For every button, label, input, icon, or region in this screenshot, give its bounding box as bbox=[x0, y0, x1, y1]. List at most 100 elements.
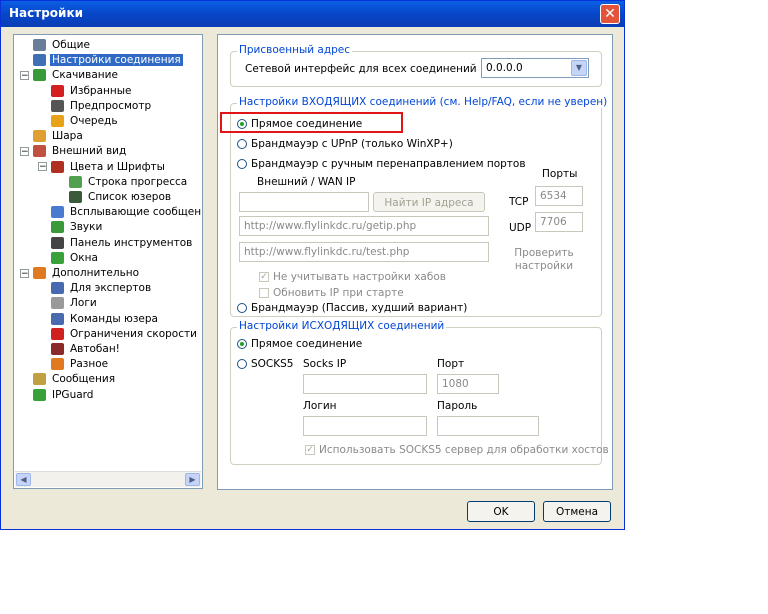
tree-item[interactable]: IPGuard bbox=[20, 388, 95, 402]
tree-item[interactable]: Общие bbox=[20, 38, 92, 52]
advanced-icon bbox=[33, 267, 46, 279]
tree-item[interactable]: Сообщения bbox=[20, 372, 117, 386]
tree-item[interactable]: Разное bbox=[38, 357, 110, 371]
tree-item-label: IPGuard bbox=[52, 388, 94, 401]
tree-item[interactable]: Список юзеров bbox=[56, 190, 173, 204]
windows-icon bbox=[51, 251, 64, 264]
tree-horizontal-scrollbar[interactable]: ◀ ▶ bbox=[15, 471, 201, 487]
tree-expander-icon[interactable]: − bbox=[20, 146, 29, 156]
tree-item-label: Ограничения скорости bbox=[70, 327, 197, 340]
chevron-down-icon[interactable]: ▼ bbox=[571, 60, 587, 76]
upnp-option[interactable]: Брандмауэр с UPnP (только WinXP+) bbox=[237, 138, 453, 150]
login-label: Логин bbox=[303, 400, 337, 412]
password-input[interactable] bbox=[437, 416, 539, 436]
tree-item-label: Предпросмотр bbox=[70, 99, 152, 112]
tree-item[interactable]: Для экспертов bbox=[38, 281, 153, 295]
tree-item[interactable]: − Скачивание bbox=[20, 68, 120, 82]
use-socks-label: Использовать SOCKS5 сервер для обработки… bbox=[319, 444, 609, 456]
tree-item-label: Панель инструментов bbox=[70, 236, 193, 249]
title-bar[interactable]: Настройки ✕ bbox=[1, 1, 624, 27]
tree-item-label: Внешний вид bbox=[52, 145, 127, 158]
tree-item[interactable]: Шара bbox=[20, 129, 85, 143]
tree-expander-icon[interactable]: − bbox=[38, 162, 47, 172]
update-ip-option[interactable]: Обновить IP при старте bbox=[259, 287, 404, 299]
socks5-label: SOCKS5 bbox=[251, 358, 294, 370]
tree-item[interactable]: Панель инструментов bbox=[38, 236, 194, 250]
tree-item[interactable]: Логи bbox=[38, 296, 99, 310]
settings-dialog: Настройки ✕ IPGuard Сообщения Разное Автоба… bbox=[0, 0, 625, 530]
connection-settings-panel: Присвоенный адрес Сетевой интерфейс для … bbox=[217, 34, 613, 490]
connection-icon bbox=[33, 54, 46, 67]
settings-tree[interactable]: IPGuard Сообщения Разное Автобан! Ограничени… bbox=[13, 34, 203, 489]
misc-icon bbox=[51, 358, 64, 371]
log-icon bbox=[51, 297, 64, 310]
tree-item[interactable]: Очередь bbox=[38, 114, 120, 128]
wan-ip-label: Внешний / WAN IP bbox=[257, 176, 356, 188]
tree-item-label: Автобан! bbox=[70, 343, 120, 355]
tree-item[interactable]: Всплывающие сообщения bbox=[38, 205, 202, 219]
incoming-title: Настройки ВХОДЯЩИХ соединений (см. Help/… bbox=[237, 96, 610, 108]
tree-item[interactable]: Автобан! bbox=[38, 342, 122, 356]
arrow-left-icon: ◀ bbox=[20, 475, 27, 484]
tree-item[interactable]: Строка прогресса bbox=[56, 175, 189, 189]
radio-icon[interactable] bbox=[237, 159, 247, 169]
tree-item-label: Избранные bbox=[70, 84, 132, 97]
tree-item-label: Шара bbox=[52, 130, 83, 143]
radio-icon[interactable] bbox=[237, 139, 247, 149]
tree-item[interactable]: Избранные bbox=[38, 84, 134, 98]
tree-item[interactable]: Ограничения скорости bbox=[38, 327, 199, 341]
scroll-left-button[interactable]: ◀ bbox=[16, 473, 31, 486]
progress-icon bbox=[69, 175, 82, 188]
ok-button[interactable]: OK bbox=[467, 501, 535, 522]
checkbox-checked-icon[interactable]: ✓ bbox=[305, 445, 315, 455]
ipguard-icon bbox=[33, 388, 46, 401]
arrow-right-icon: ▶ bbox=[189, 475, 196, 484]
socks-port-input[interactable]: 1080 bbox=[437, 374, 499, 394]
tree-item[interactable]: − Внешний вид bbox=[20, 144, 128, 158]
checkbox-icon[interactable] bbox=[259, 288, 269, 298]
scroll-right-button[interactable]: ▶ bbox=[185, 473, 200, 486]
ignore-hubs-option[interactable]: ✓ Не учитывать настройки хабов bbox=[259, 271, 446, 283]
preview-icon bbox=[51, 99, 64, 112]
passive-option[interactable]: Брандмауэр (Пассив, худший вариант) bbox=[237, 302, 467, 314]
manual-forward-option[interactable]: Брандмауэр с ручным перенаправлением пор… bbox=[237, 158, 526, 170]
test-url-input[interactable]: http://www.flylinkdc.ru/test.php bbox=[239, 242, 489, 262]
manual-forward-label: Брандмауэр с ручным перенаправлением пор… bbox=[251, 158, 526, 170]
tree-item[interactable]: Команды юзера bbox=[38, 312, 160, 326]
tree-item[interactable]: Звуки bbox=[38, 220, 104, 234]
tree-item-label: Команды юзера bbox=[70, 312, 158, 325]
users-icon bbox=[33, 39, 46, 51]
close-button[interactable]: ✕ bbox=[600, 4, 620, 24]
radio-checked-icon[interactable] bbox=[237, 339, 247, 349]
outgoing-direct-option[interactable]: Прямое соединение bbox=[237, 338, 362, 350]
tree-item-label: Скачивание bbox=[52, 69, 118, 82]
udp-port-input[interactable]: 7706 bbox=[535, 212, 583, 232]
network-interface-value: 0.0.0.0 bbox=[486, 62, 523, 74]
cancel-button[interactable]: Отмена bbox=[543, 501, 611, 522]
tree-item-label: Цвета и Шрифты bbox=[70, 160, 165, 173]
radio-icon[interactable] bbox=[237, 359, 247, 369]
tree-item[interactable]: − Цвета и Шрифты bbox=[38, 160, 167, 174]
socks5-option[interactable]: SOCKS5 bbox=[237, 358, 294, 370]
tree-item-label: Настройки соединения bbox=[50, 54, 183, 67]
tree-item[interactable]: Настройки соединения bbox=[20, 53, 183, 67]
radio-icon[interactable] bbox=[237, 303, 247, 313]
wan-ip-input[interactable] bbox=[239, 192, 369, 212]
commands-icon bbox=[51, 312, 64, 325]
tree-item[interactable]: Предпросмотр bbox=[38, 99, 153, 113]
tcp-port-input[interactable]: 6534 bbox=[535, 186, 583, 206]
tree-expander-icon[interactable]: − bbox=[20, 268, 29, 278]
find-ip-button[interactable]: Найти IP адреса bbox=[373, 192, 485, 212]
check-settings-link[interactable]: Проверить настройки bbox=[514, 247, 574, 273]
use-socks-option[interactable]: ✓ Использовать SOCKS5 сервер для обработк… bbox=[305, 444, 609, 456]
login-input[interactable] bbox=[303, 416, 427, 436]
tree-expander-icon[interactable]: − bbox=[20, 70, 29, 80]
direct-connection-highlight bbox=[220, 112, 403, 133]
tree-item-label: Логи bbox=[70, 297, 97, 310]
getip-url-input[interactable]: http://www.flylinkdc.ru/getip.php bbox=[239, 216, 489, 236]
network-interface-select[interactable]: 0.0.0.0 ▼ bbox=[481, 58, 589, 78]
checkbox-checked-icon[interactable]: ✓ bbox=[259, 272, 269, 282]
socks-ip-input[interactable] bbox=[303, 374, 427, 394]
tree-item[interactable]: Окна bbox=[38, 251, 100, 265]
tree-item[interactable]: − Дополнительно bbox=[20, 266, 141, 280]
